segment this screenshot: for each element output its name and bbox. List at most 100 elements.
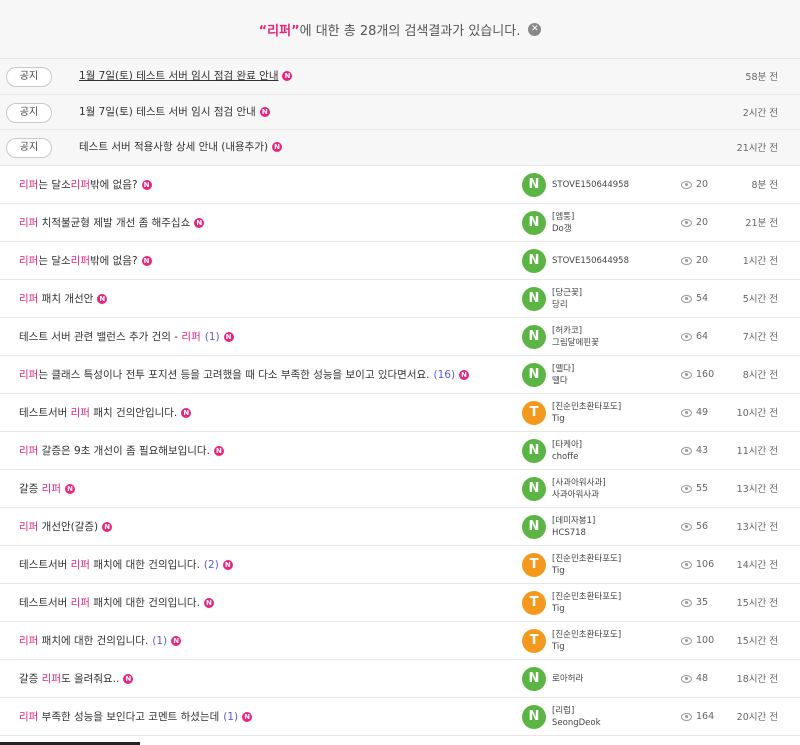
author-info[interactable]: [엠퉁] Do갱 (552, 204, 574, 242)
post-row[interactable]: 리퍼 치적불균형 제발 개선 좀 해주십쇼 N N [엠퉁] Do갱 20 21분 전 (0, 204, 800, 242)
notice-title-text: 테스트 서버 적용사항 상세 안내 (내용추가) (79, 141, 269, 153)
post-title-link[interactable]: 리퍼 패치에 대한 건의입니다. (1) N (19, 622, 182, 660)
author-info[interactable]: [데미자봉1] HCS718 (552, 508, 595, 546)
keyword-highlight: 리퍼 (70, 596, 90, 609)
comment-count: (1) (223, 710, 239, 723)
post-title-link[interactable]: 리퍼 패치 개선안 N (19, 280, 108, 318)
author-info[interactable]: [타케아] choffe (552, 432, 582, 470)
avatar-icon[interactable]: N (522, 286, 546, 311)
keyword-highlight: 리퍼 (70, 178, 90, 191)
post-row[interactable]: 리퍼 갈증은 9초 개선이 좀 필요해보입니다. N N [타케아] choffe 43 1… (0, 432, 800, 470)
notice-row[interactable]: 공지 테스트 서버 적용사항 상세 안내 (내용추가) N 21시간 전 (0, 130, 800, 166)
avatar-icon[interactable]: N (522, 210, 546, 235)
author-info[interactable]: [뗄다] 뗄다 (552, 356, 574, 394)
post-row[interactable]: 리퍼는 달소리퍼밖에 없음? N N STOVE150644958 20 8분 전 (0, 166, 800, 204)
post-row[interactable]: 리퍼는 클래스 특성이나 전투 포지션 등을 고려했을 때 다소 부족한 성능을… (0, 356, 800, 394)
author-info[interactable]: [진순민초환타포도] Tig (552, 622, 621, 660)
post-time: 10시간 전 (736, 408, 778, 419)
avatar-icon[interactable]: N (522, 476, 546, 501)
clear-search-icon[interactable]: ✕ (528, 22, 542, 36)
post-time: 18시간 전 (736, 674, 778, 685)
avatar-icon[interactable]: T (522, 628, 546, 653)
post-time: 11시간 전 (736, 446, 778, 457)
eye-icon (681, 674, 692, 683)
author-info[interactable]: [사과아워사과] 사과아워사과 (552, 470, 606, 508)
avatar-icon[interactable]: N (522, 248, 546, 273)
post-row[interactable]: 테스트서버 리퍼 패치에 대한 건의입니다. N T [진순민초환타포도] Tig 35 1… (0, 584, 800, 622)
author-info[interactable]: STOVE150644958 (552, 166, 629, 204)
author-info[interactable]: [진순민초환타포도] Tig (552, 584, 621, 622)
post-row[interactable]: 갈증 리퍼 N N [사과아워사과] 사과아워사과 55 13시간 전 (0, 470, 800, 508)
post-title-link[interactable]: 테스트서버 리퍼 패치 건의안입니다. N (19, 394, 192, 432)
title-text: 패치에 대한 건의입니다. (89, 558, 200, 571)
avatar-icon[interactable]: N (522, 438, 546, 463)
notice-row[interactable]: 공지 1월 7일(토) 테스트 서버 임시 점검 완료 안내 N 58분 전 (0, 59, 800, 95)
author-info[interactable]: [진순민초환타포도] Tig (552, 546, 621, 584)
avatar-icon[interactable]: N (522, 172, 546, 197)
post-title-link[interactable]: 리퍼는 달소리퍼밖에 없음? N (19, 242, 152, 280)
author-info[interactable]: [진순민초환타포도] Tig (552, 394, 621, 432)
post-row[interactable]: 테스트서버 리퍼 패치 건의안입니다. N T [진순민초환타포도] Tig 49 10시간… (0, 394, 800, 432)
avatar-icon[interactable]: T (522, 590, 546, 615)
view-count-value: 20 (696, 179, 709, 190)
post-time: 58분 전 (745, 72, 778, 84)
post-title-link[interactable]: 갈증 리퍼도 올려줘요.. N (19, 660, 134, 698)
avatar-icon[interactable]: T (522, 400, 546, 425)
title-text: 테스트서버 (19, 596, 71, 609)
eye-icon (681, 522, 692, 531)
notice-title-link[interactable]: 1월 7일(토) 테스트 서버 임시 점검 완료 안내 N (79, 59, 293, 94)
post-title-link[interactable]: 테스트 서버 관련 밸런스 추가 건의 - 리퍼 (1) N (19, 318, 234, 356)
post-title-link[interactable]: 리퍼 갈증은 9초 개선이 좀 필요해보입니다. N (19, 432, 224, 470)
post-row[interactable]: 테스트 서버 관련 밸런스 추가 건의 - 리퍼 (1) N N [허카코] 그림달에핀꽃… (0, 318, 800, 356)
notice-title-link[interactable]: 1월 7일(토) 테스트 서버 임시 점검 안내 N (79, 95, 270, 130)
new-badge-icon: N (97, 293, 108, 304)
post-row[interactable]: 리퍼는 달소리퍼밖에 없음? N N STOVE150644958 20 1시간 전 (0, 242, 800, 280)
view-count: 64 (681, 318, 708, 356)
new-badge-icon: N (282, 71, 293, 81)
title-text: 부족한 성능을 보인다고 코멘트 하셨는데 (38, 710, 220, 723)
notice-list: 공지 1월 7일(토) 테스트 서버 임시 점검 완료 안내 N 58분 전 공지 1월 … (0, 59, 800, 166)
post-title-link[interactable]: 테스트서버 리퍼 패치에 대한 건의입니다. N (19, 584, 214, 622)
avatar-icon[interactable]: N (522, 362, 546, 387)
post-row[interactable]: 리퍼 패치 개선안 N N [당근꽃] 당리 54 5시간 전 (0, 280, 800, 318)
notice-row[interactable]: 공지 1월 7일(토) 테스트 서버 임시 점검 안내 N 2시간 전 (0, 94, 800, 130)
post-title-link[interactable]: 리퍼 개선안(갈증) N (19, 508, 113, 546)
avatar-icon[interactable]: T (522, 552, 546, 577)
author-info[interactable]: 로아허라 (552, 660, 583, 698)
post-row[interactable]: 리퍼 개선안(갈증) N N [데미자봉1] HCS718 56 13시간 전 (0, 508, 800, 546)
avatar-icon[interactable]: N (522, 324, 546, 349)
author-info[interactable]: [리럽] SeongDeok (552, 698, 601, 736)
title-text: 패치에 대한 건의입니다. (89, 596, 200, 609)
view-count: 48 (681, 660, 708, 698)
new-badge-icon: N (194, 217, 205, 228)
post-row[interactable]: 테스트서버 리퍼 패치에 대한 건의입니다. (2) N T [진순민초환타포도] Tig… (0, 546, 800, 584)
avatar-icon[interactable]: N (522, 514, 546, 539)
author-info[interactable]: [허카코] 그림달에핀꽃 (552, 318, 599, 356)
post-row[interactable]: 리퍼 부족한 성능을 보인다고 코멘트 하셨는데 (1) N N [리럽] SeongDe… (0, 698, 800, 736)
title-text: 갈증 (19, 482, 42, 495)
post-row[interactable]: 갈증 리퍼도 올려줘요.. N N 로아허라 48 18시간 전 (0, 660, 800, 698)
eye-icon (681, 446, 692, 455)
post-title-link[interactable]: 리퍼는 달소리퍼밖에 없음? N (19, 166, 152, 204)
eye-icon (681, 484, 692, 493)
author-info[interactable]: [당근꽃] 당리 (552, 280, 582, 318)
new-badge-icon: N (259, 106, 270, 117)
author-name: 그림달에핀꽃 (552, 337, 599, 348)
post-title-link[interactable]: 갈증 리퍼 N (19, 470, 75, 508)
post-row[interactable]: 리퍼 패치에 대한 건의입니다. (1) N T [진순민초환타포도] Tig 100 15시… (0, 622, 800, 660)
post-title-link[interactable]: 리퍼는 클래스 특성이나 전투 포지션 등을 고려했을 때 다소 부족한 성능을… (19, 356, 470, 394)
post-title-link[interactable]: 테스트서버 리퍼 패치에 대한 건의입니다. (2) N (19, 546, 233, 584)
title-text: 테스트서버 (19, 558, 71, 571)
title-text: 는 클래스 특성이나 전투 포지션 등을 고려했을 때 다소 부족한 성능을 보… (38, 368, 430, 381)
post-title-link[interactable]: 리퍼 치적불균형 제발 개선 좀 해주십쇼 N (19, 204, 205, 242)
post-title-link[interactable]: 리퍼 부족한 성능을 보인다고 코멘트 하셨는데 (1) N (19, 698, 253, 736)
view-count: 164 (681, 698, 714, 736)
new-badge-icon: N (181, 407, 192, 418)
avatar-icon[interactable]: N (522, 704, 546, 729)
avatar-icon[interactable]: N (522, 666, 546, 691)
keyword-highlight: 리퍼 (19, 520, 39, 533)
author-guild: [진순민초환타포도] (552, 553, 622, 564)
post-time: 21시간 전 (736, 143, 778, 155)
author-info[interactable]: STOVE150644958 (552, 242, 629, 280)
notice-title-link[interactable]: 테스트 서버 적용사항 상세 안내 (내용추가) N (79, 130, 283, 165)
